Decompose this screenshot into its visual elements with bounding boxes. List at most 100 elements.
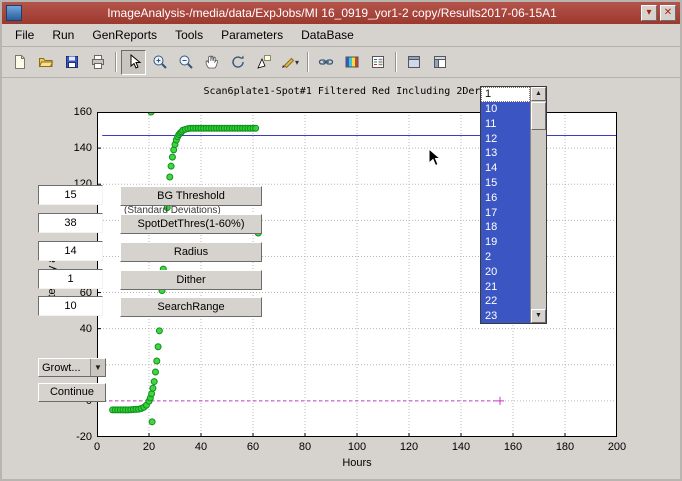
growth-dropdown-label: Growt...: [39, 362, 90, 374]
x-tick-label: 20: [134, 441, 164, 453]
bg-threshold-input[interactable]: [38, 185, 103, 205]
zoom-out-icon: [178, 54, 194, 70]
dropdown-item[interactable]: 10: [481, 102, 530, 117]
radius-button[interactable]: Radius: [120, 242, 262, 262]
rotate-3d-button[interactable]: [225, 50, 250, 75]
x-tick-label: 140: [446, 441, 476, 453]
spot-det-thres-input[interactable]: [38, 213, 103, 233]
figure-area: Scan6plate1-Spot#1 Filtered Red Includin…: [2, 78, 680, 481]
show-plot-tools-button[interactable]: [427, 50, 452, 75]
save-figure-icon: [64, 54, 80, 70]
data-cursor-button[interactable]: [251, 50, 276, 75]
dither-input[interactable]: [38, 269, 103, 289]
data-cursor-icon: [256, 54, 272, 70]
brush-button[interactable]: ▾: [277, 50, 302, 75]
chevron-down-icon[interactable]: ▼: [90, 359, 105, 376]
insert-legend-icon: [370, 54, 386, 70]
insert-legend-button[interactable]: [365, 50, 390, 75]
minimize-button[interactable]: ▾: [641, 5, 657, 21]
x-tick-label: 180: [550, 441, 580, 453]
save-figure-button[interactable]: [59, 50, 84, 75]
pan-button[interactable]: [199, 50, 224, 75]
scroll-down-icon[interactable]: ▼: [531, 309, 546, 323]
dropdown-item[interactable]: 23: [481, 309, 530, 323]
search-range-button[interactable]: SearchRange: [120, 297, 262, 317]
open-file-icon: [38, 54, 54, 70]
dither-button[interactable]: Dither: [120, 270, 262, 290]
show-plot-tools-icon: [432, 54, 448, 70]
y-tick-label: 140: [58, 142, 92, 154]
rotate-3d-icon: [230, 54, 246, 70]
dropdown-item[interactable]: 14: [481, 161, 530, 176]
menu-run[interactable]: Run: [43, 25, 83, 45]
hide-plot-tools-button[interactable]: [401, 50, 426, 75]
print-figure-button[interactable]: [85, 50, 110, 75]
x-tick-label: 200: [602, 441, 632, 453]
zoom-in-icon: [152, 54, 168, 70]
dropdown-item[interactable]: 11: [481, 117, 530, 132]
number-dropdown-list: 110111213141516171819220212223 ▲ ▼: [480, 86, 547, 324]
dropdown-item[interactable]: 19: [481, 235, 530, 250]
open-file-button[interactable]: [33, 50, 58, 75]
dropdown-item[interactable]: 12: [481, 132, 530, 147]
scrollbar-thumb[interactable]: [531, 102, 546, 130]
continue-button[interactable]: Continue: [38, 383, 106, 402]
dropdown-items: 110111213141516171819220212223: [481, 87, 530, 323]
dropdown-item[interactable]: 18: [481, 220, 530, 235]
insert-colorbar-button[interactable]: [339, 50, 364, 75]
hide-plot-tools-icon: [406, 54, 422, 70]
toolbar-separator: [395, 52, 396, 72]
title-bar[interactable]: ImageAnalysis-/media/data/ExpJobs/MI 16_…: [2, 2, 680, 24]
dropdown-item[interactable]: 20: [481, 265, 530, 280]
scroll-up-icon[interactable]: ▲: [531, 87, 546, 101]
x-tick-label: 160: [498, 441, 528, 453]
menu-tools[interactable]: Tools: [166, 25, 212, 45]
dropdown-scrollbar[interactable]: ▲ ▼: [530, 87, 546, 323]
dropdown-item[interactable]: 21: [481, 280, 530, 295]
app-icon: [6, 5, 22, 21]
menu-genreports[interactable]: GenReports: [83, 25, 166, 45]
insert-colorbar-icon: [344, 54, 360, 70]
dropdown-item[interactable]: 1: [481, 87, 530, 102]
pan-icon: [204, 54, 220, 70]
menu-database[interactable]: DataBase: [292, 25, 363, 45]
toolbar-separator: [307, 52, 308, 72]
search-range-input[interactable]: [38, 296, 103, 316]
new-figure-icon: [12, 54, 28, 70]
x-axis-label: Hours: [97, 457, 617, 469]
x-tick-label: 80: [290, 441, 320, 453]
edit-plot-button[interactable]: [121, 50, 146, 75]
edit-plot-icon: [126, 54, 142, 70]
toolbar-separator: [115, 52, 116, 72]
y-tick-label: -20: [58, 431, 92, 443]
zoom-in-button[interactable]: [147, 50, 172, 75]
close-button[interactable]: ✕: [660, 5, 676, 21]
zoom-out-button[interactable]: [173, 50, 198, 75]
bg-threshold-button[interactable]: BG Threshold: [120, 186, 262, 206]
print-figure-icon: [90, 54, 106, 70]
link-plot-icon: [318, 54, 334, 70]
dropdown-item[interactable]: 16: [481, 191, 530, 206]
growth-dropdown[interactable]: Growt... ▼: [38, 358, 106, 377]
dropdown-item[interactable]: 17: [481, 206, 530, 221]
y-tick-label: 160: [58, 106, 92, 118]
tool-bar: ▾: [2, 47, 680, 78]
menu-bar: FileRunGenReportsToolsParametersDataBase: [2, 24, 680, 47]
spot-det-thres-button[interactable]: SpotDetThres(1-60%): [120, 214, 262, 234]
brush-icon: [280, 54, 296, 70]
window-title: ImageAnalysis-/media/data/ExpJobs/MI 16_…: [26, 6, 638, 20]
new-figure-button[interactable]: [7, 50, 32, 75]
link-plot-button[interactable]: [313, 50, 338, 75]
y-tick-label: 40: [58, 323, 92, 335]
x-tick-label: 100: [342, 441, 372, 453]
dropdown-item[interactable]: 22: [481, 294, 530, 309]
mouse-cursor: [428, 148, 442, 168]
menu-parameters[interactable]: Parameters: [212, 25, 292, 45]
dropdown-item[interactable]: 2: [481, 250, 530, 265]
dropdown-item[interactable]: 15: [481, 176, 530, 191]
dropdown-item[interactable]: 13: [481, 146, 530, 161]
menu-file[interactable]: File: [6, 25, 43, 45]
x-tick-label: 40: [186, 441, 216, 453]
x-tick-label: 120: [394, 441, 424, 453]
radius-input[interactable]: [38, 241, 103, 261]
